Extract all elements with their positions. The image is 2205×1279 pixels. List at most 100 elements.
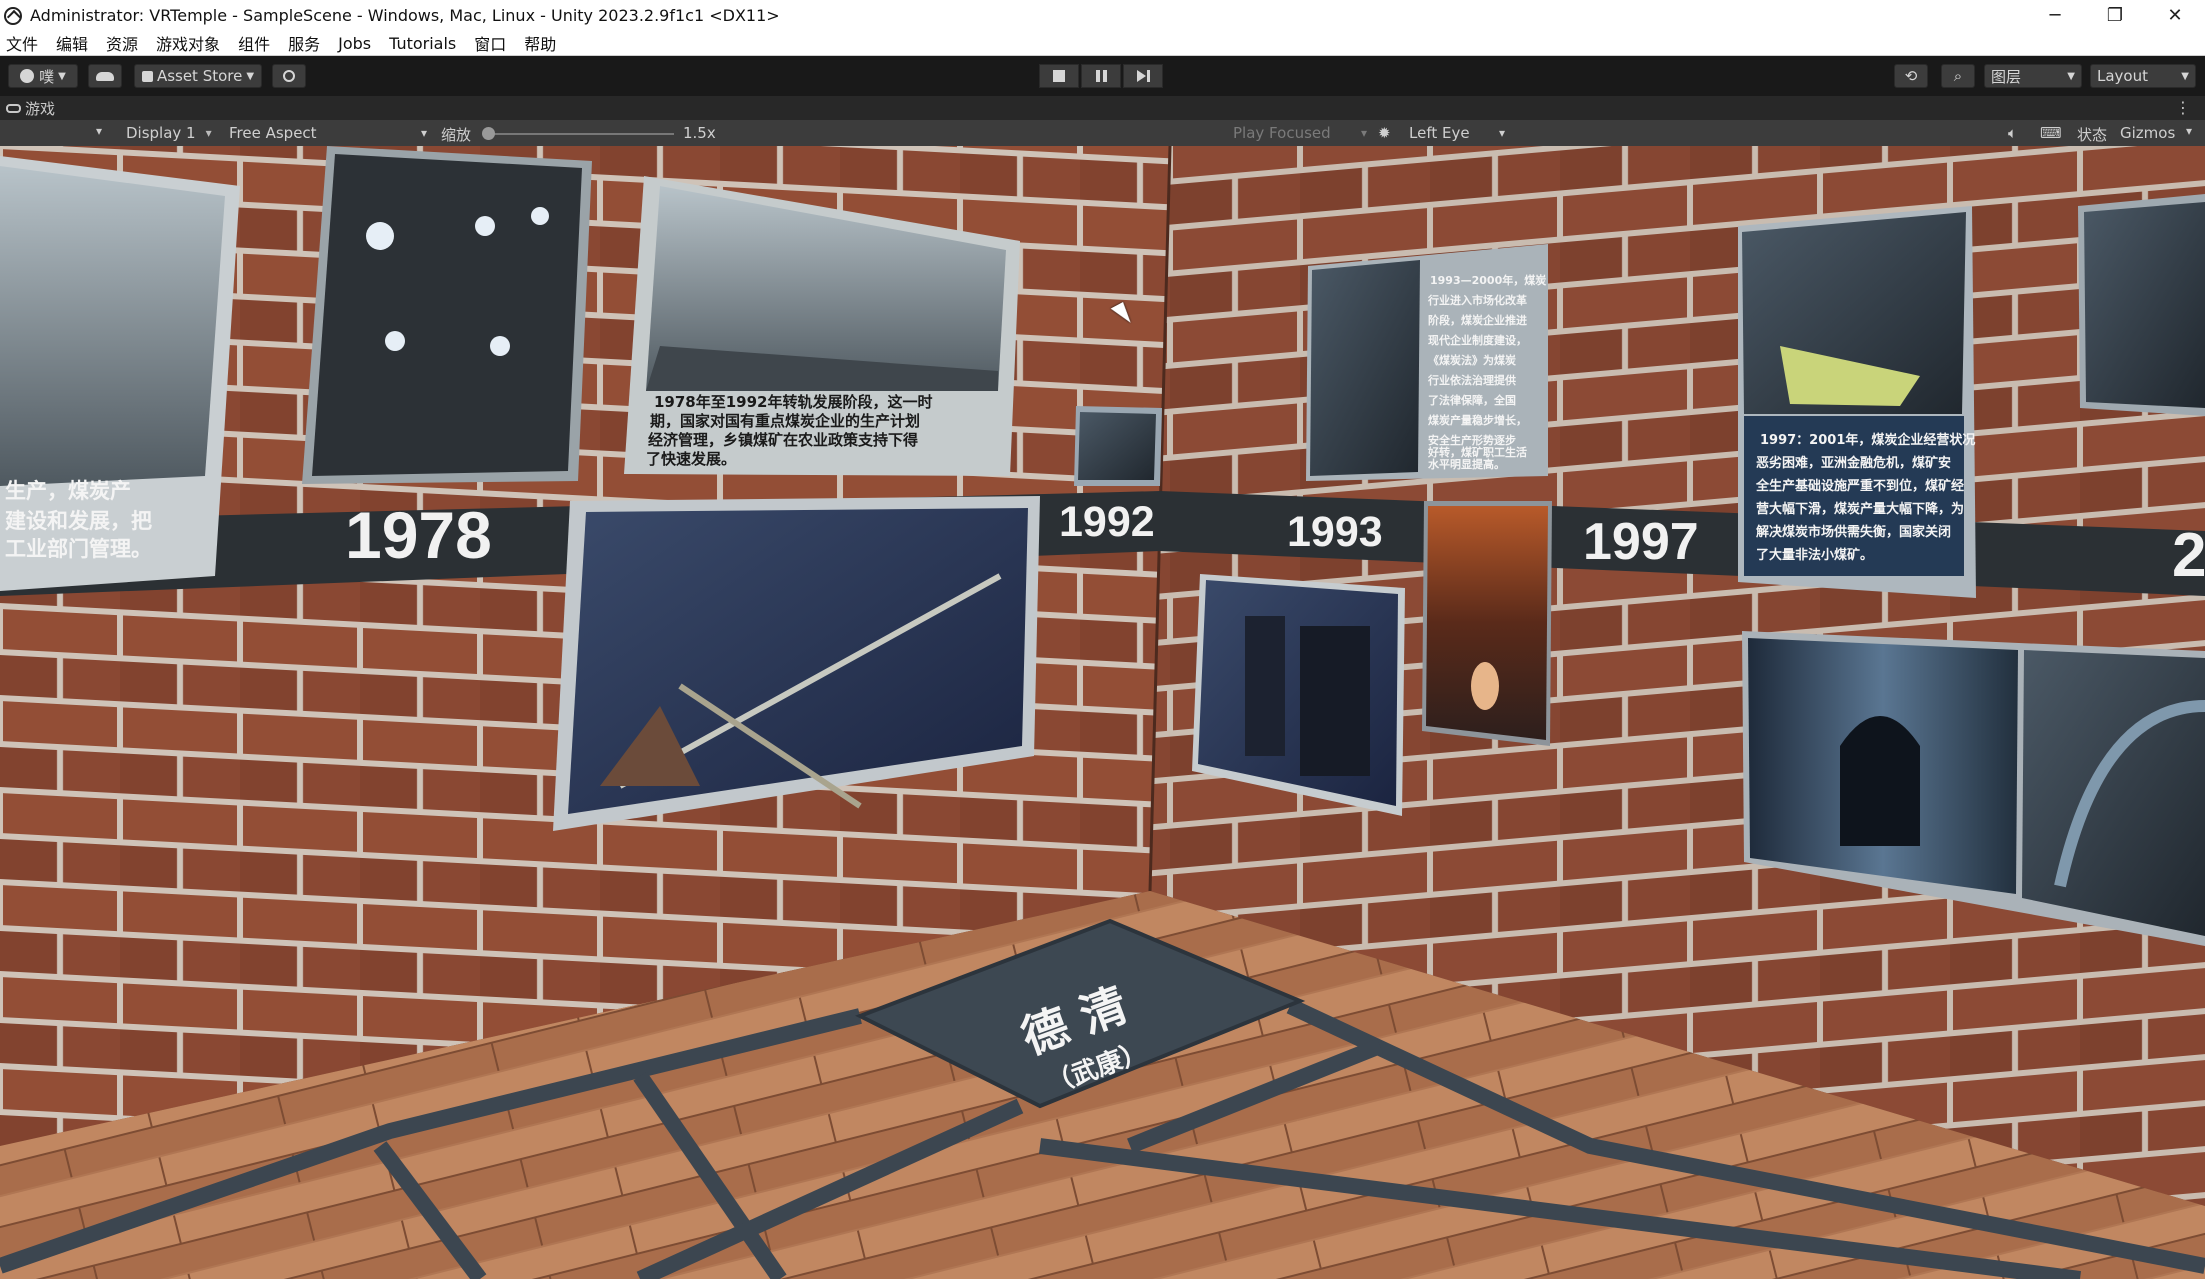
- layers-dropdown[interactable]: 图层 ▼: [1984, 64, 2082, 88]
- year-label-partial: 2: [2172, 521, 2205, 590]
- account-dropdown[interactable]: 噗 ▼: [8, 64, 78, 88]
- photo-frame-miners: [302, 146, 592, 484]
- search-icon: ⌕: [1953, 67, 1963, 85]
- year-label-1978: 1978: [345, 498, 492, 572]
- step-icon: [1136, 70, 1150, 82]
- gizmos-button[interactable]: Gizmos: [2120, 124, 2175, 142]
- caption-1993-line7: 了法律保障，全国: [1428, 393, 1516, 407]
- gamepad-icon: [6, 103, 21, 113]
- bag-icon: [141, 70, 153, 82]
- chevron-down-icon: ▾: [96, 124, 103, 138]
- caption-1993-line2: 行业进入市场化改革: [1427, 293, 1527, 307]
- stop-play-button[interactable]: [1039, 64, 1079, 88]
- more-options-icon[interactable]: ⋮: [2175, 98, 2191, 117]
- year-label-1997: 1997: [1583, 513, 1699, 571]
- play-mode-dropdown[interactable]: Play Focused ▾: [1233, 124, 1367, 142]
- scale-slider-thumb[interactable]: [482, 127, 495, 140]
- caption-1997-line5: 解决煤炭市场供需失衡，国家关闭: [1755, 524, 1951, 540]
- caption-left-line1: 生产，煤炭产: [5, 479, 131, 503]
- eye-label: Left Eye: [1409, 124, 1470, 142]
- stop-icon: [1053, 70, 1065, 82]
- caption-1993-line3: 阶段，煤炭企业推进: [1428, 313, 1527, 327]
- cloud-button[interactable]: [88, 64, 122, 88]
- caption-left-line3: 工业部门管理。: [5, 537, 152, 561]
- caption-1993-line9: 安全生产形势逐步: [1428, 433, 1516, 447]
- caption-1997-line2: 恶劣困难，亚洲金融危机，煤矿安: [1756, 455, 1951, 471]
- search-button[interactable]: ⌕: [1941, 64, 1975, 88]
- photo-frame-top-right: [2078, 194, 2205, 416]
- game-viewport[interactable]: 德 清 （武康） 生产，煤炭产 建设和发展，把 工业部门管理。 1978年至19…: [0, 146, 2205, 1279]
- stats-button[interactable]: 状态: [2077, 124, 2107, 145]
- menu-jobs[interactable]: Jobs: [338, 34, 371, 53]
- menu-file[interactable]: 文件: [6, 31, 38, 55]
- version-control-icon: [283, 70, 295, 82]
- scale-slider-track[interactable]: [488, 133, 674, 135]
- gizmos-chevron-down-icon[interactable]: ▾: [2186, 124, 2192, 138]
- pause-button[interactable]: [1081, 64, 1121, 88]
- debug-bug-icon[interactable]: ✹: [1378, 124, 1391, 142]
- caption-1993-line4: 现代企业制度建设，: [1428, 333, 1527, 347]
- display-dropdown[interactable]: Display 1: [126, 124, 212, 142]
- menu-component[interactable]: 组件: [238, 31, 270, 55]
- display-label: Display 1: [126, 124, 196, 142]
- restore-button[interactable]: ❐: [2085, 0, 2145, 31]
- menu-assets[interactable]: 资源: [106, 31, 138, 55]
- caption-1997-line4: 营大幅下滑，煤炭产量大幅下降，为: [1756, 501, 1964, 517]
- caption-1993-line5: 《煤炭法》为煤炭: [1428, 353, 1516, 367]
- version-control-button[interactable]: [272, 64, 306, 88]
- mute-audio-icon[interactable]: 🔈︎: [2008, 124, 2017, 142]
- undo-history-button[interactable]: ⟲: [1894, 64, 1928, 88]
- chevron-down-icon: ▾: [1498, 126, 1505, 140]
- eye-dropdown[interactable]: Left Eye ▾: [1409, 124, 1505, 142]
- play-mode-label: Play Focused: [1233, 124, 1331, 142]
- chevron-down-icon: ▾: [1360, 126, 1367, 140]
- menu-window[interactable]: 窗口: [474, 31, 506, 55]
- tab-game[interactable]: 游戏: [0, 98, 55, 119]
- caption-1978-line3: 经济管理，乡镇煤矿在农业政策支持下得: [648, 431, 918, 449]
- account-label: 噗: [39, 67, 55, 86]
- unity-logo-icon: [4, 6, 22, 25]
- menu-help[interactable]: 帮助: [524, 31, 556, 55]
- menu-services[interactable]: 服务: [288, 31, 320, 55]
- photo-frame-small: [1074, 406, 1162, 486]
- minimize-button[interactable]: ─: [2025, 0, 2085, 31]
- asset-store-label: Asset Store: [156, 67, 243, 85]
- window-title: Administrator: VRTemple - SampleScene - …: [30, 6, 780, 25]
- aspect-dropdown[interactable]: Free Aspect ▾: [229, 124, 427, 142]
- caption-1993-line1: 1993—2000年，煤炭: [1430, 273, 1546, 287]
- chevron-down-icon: ▼: [58, 70, 66, 82]
- window-titlebar: Administrator: VRTemple - SampleScene - …: [0, 0, 2205, 31]
- history-icon: ⟲: [1904, 67, 1918, 85]
- caption-1978-line1: 1978年至1992年转轨发展阶段，这一时: [654, 393, 933, 411]
- menu-tutorials[interactable]: Tutorials: [389, 34, 456, 53]
- chevron-down-icon: ▼: [2181, 70, 2189, 82]
- caption-1997-line6: 了大量非法小煤矿。: [1756, 547, 1873, 563]
- caption-left-line2: 建设和发展，把: [5, 509, 152, 533]
- window-controls: ─ ❐ ✕: [2025, 0, 2205, 31]
- caption-1978-line4: 了快速发展。: [646, 450, 736, 468]
- step-button[interactable]: [1123, 64, 1163, 88]
- asset-store-button[interactable]: Asset Store ▼: [134, 64, 262, 88]
- caption-1993-line11: 水平明显提高。: [1428, 457, 1505, 471]
- caption-1993-line8: 煤炭产量稳步增长，: [1428, 413, 1527, 427]
- menu-edit[interactable]: 编辑: [56, 31, 88, 55]
- playmode-controls: [1039, 64, 1163, 88]
- caption-1993-line10: 好转，煤矿职工生活: [1427, 445, 1527, 459]
- game-view-controls: ▾ Display 1 Free Aspect ▾ 缩放 1.5x Play Fo…: [0, 120, 2205, 146]
- menu-bar: 文件 编辑 资源 游戏对象 组件 服务 Jobs Tutorials 窗口 帮助: [0, 31, 2205, 56]
- scale-value: 1.5x: [683, 124, 716, 142]
- caption-1978-line2: 期，国家对国有重点煤炭企业的生产计划: [650, 412, 920, 430]
- layout-label: Layout: [2097, 67, 2148, 85]
- layout-dropdown[interactable]: Layout ▼: [2090, 64, 2196, 88]
- close-button[interactable]: ✕: [2145, 0, 2205, 31]
- year-label-1992: 1992: [1059, 498, 1155, 546]
- menu-gameobject[interactable]: 游戏对象: [156, 31, 220, 55]
- account-icon: [20, 69, 35, 83]
- scene-render: 德 清 （武康） 生产，煤炭产 建设和发展，把 工业部门管理。 1978年至19…: [0, 146, 2205, 1279]
- caption-1997-line1: 1997：2001年，煤炭企业经营状况: [1760, 432, 1975, 448]
- keyboard-icon[interactable]: ⌨︎: [2040, 124, 2062, 142]
- game-mode-dropdown[interactable]: ▾: [96, 124, 102, 138]
- chevron-down-icon: ▼: [246, 70, 255, 82]
- photo-frame-1993: 1993—2000年，煤炭 行业进入市场化改革 阶段，煤炭企业推进 现代企业制度…: [1306, 244, 1548, 481]
- aspect-label: Free Aspect: [229, 124, 317, 142]
